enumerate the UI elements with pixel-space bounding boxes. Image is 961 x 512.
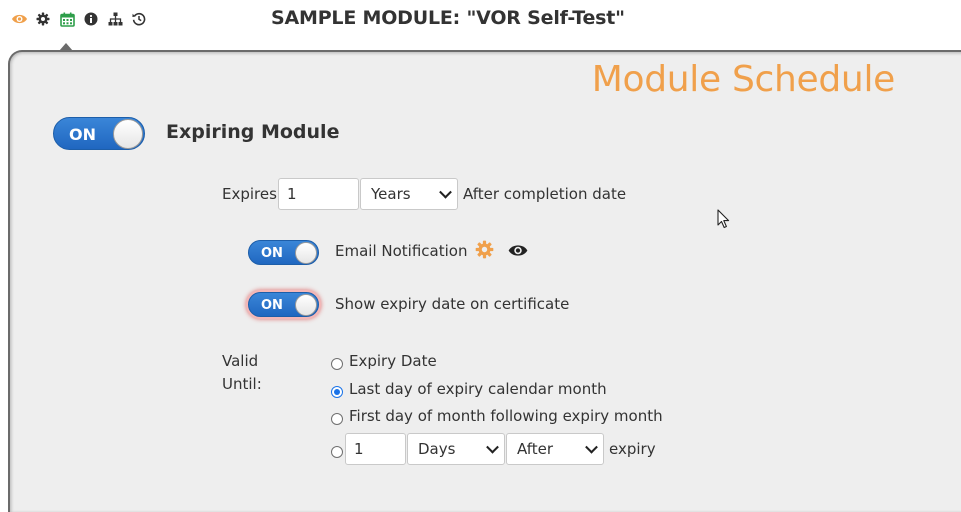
custom-offset-direction-value: After: [517, 440, 554, 458]
info-icon[interactable]: [82, 9, 100, 29]
gear-icon[interactable]: [475, 240, 494, 264]
eye-icon[interactable]: [507, 243, 529, 263]
radio-first-day-following-month[interactable]: [331, 413, 343, 425]
expires-suffix: After completion date: [463, 185, 627, 203]
show-expiry-label: Show expiry date on certificate: [335, 295, 570, 313]
toggle-knob: [295, 294, 317, 316]
toggle-state-label: ON: [261, 298, 283, 313]
mouse-cursor-icon: [717, 209, 730, 234]
option-first-day-label: First day of month following expiry mont…: [349, 407, 663, 425]
radio-custom-offset[interactable]: [331, 446, 343, 458]
page-title: SAMPLE MODULE: "VOR Self-Test": [271, 7, 625, 29]
toggle-knob: [295, 242, 317, 264]
expires-unit-select[interactable]: Years: [360, 178, 458, 210]
custom-offset-unit-value: Days: [418, 440, 456, 458]
custom-offset-unit-select[interactable]: Days: [407, 433, 505, 465]
valid-until-label-line2: Until:: [222, 375, 262, 393]
chevron-down-icon: [486, 440, 499, 454]
sitemap-icon[interactable]: [106, 9, 124, 29]
chevron-down-icon: [585, 440, 598, 454]
panel-title: Module Schedule: [591, 59, 896, 100]
custom-offset-value: 1: [354, 440, 364, 458]
chevron-down-icon: [439, 185, 452, 199]
expires-value: 1: [287, 185, 297, 203]
option-last-day-label: Last day of expiry calendar month: [349, 380, 607, 398]
radio-expiry-date[interactable]: [331, 358, 343, 370]
valid-until-label-line1: Valid: [222, 352, 259, 370]
expiring-module-title: Expiring Module: [166, 121, 340, 143]
toggle-state-label: ON: [261, 246, 283, 261]
calendar-icon[interactable]: [58, 9, 76, 29]
custom-offset-suffix: expiry: [609, 440, 656, 458]
eye-icon[interactable]: [10, 9, 28, 29]
email-notification-label: Email Notification: [335, 242, 468, 260]
radio-last-day-of-month[interactable]: [331, 386, 343, 398]
toggle-state-label: ON: [69, 125, 96, 144]
show-expiry-toggle[interactable]: ON: [248, 292, 319, 317]
custom-offset-direction-select[interactable]: After: [506, 433, 604, 465]
expires-unit-value: Years: [371, 185, 411, 203]
history-icon[interactable]: [130, 9, 148, 29]
expires-value-input[interactable]: 1: [278, 178, 359, 210]
toggle-knob: [113, 119, 143, 149]
email-notification-toggle[interactable]: ON: [248, 240, 319, 265]
custom-offset-input[interactable]: 1: [345, 433, 406, 465]
gear-icon[interactable]: [34, 9, 52, 29]
expires-label: Expires: [222, 185, 277, 203]
expiring-module-toggle[interactable]: ON: [53, 117, 145, 150]
option-expiry-date-label: Expiry Date: [349, 352, 437, 370]
